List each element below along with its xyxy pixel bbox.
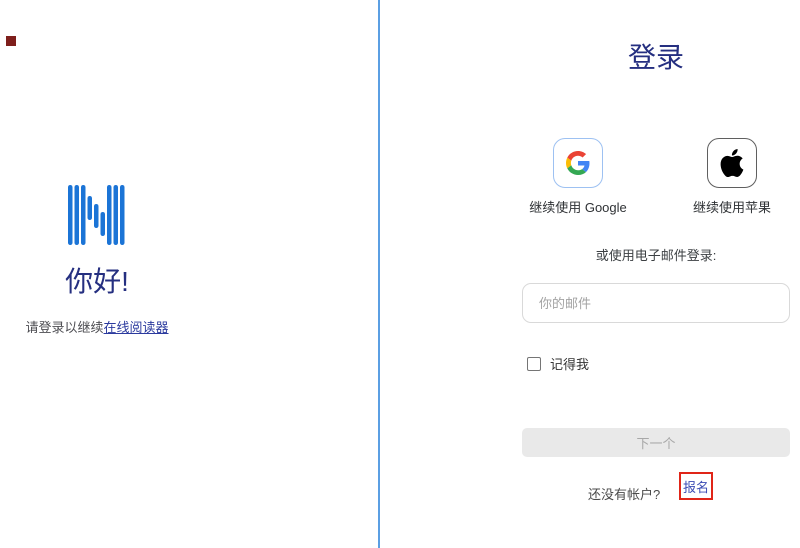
remember-me-row[interactable]: 记得我 [527, 354, 589, 373]
remember-me-label[interactable]: 记得我 [550, 354, 589, 373]
no-account-text: 还没有帐户? [588, 484, 660, 503]
google-signin-item: 继续使用 Google [518, 138, 638, 216]
google-icon [566, 151, 590, 175]
next-button[interactable]: 下一个 [522, 428, 790, 457]
google-signin-label: 继续使用 Google [529, 197, 627, 216]
login-prompt: 请登录以继续在线阅读器 [17, 317, 177, 336]
google-signin-button[interactable] [553, 138, 603, 188]
login-title: 登录 [522, 36, 790, 76]
annotation-box: 报名 [679, 472, 713, 500]
apple-signin-button[interactable] [707, 138, 757, 188]
greeting-text: 你好! [17, 267, 177, 298]
signup-link[interactable]: 报名 [683, 477, 709, 496]
online-reader-link[interactable]: 在线阅读器 [104, 320, 169, 335]
email-input[interactable] [522, 283, 790, 323]
annotation-marker-square [6, 36, 16, 46]
email-login-divider-text: 或使用电子邮件登录: [522, 245, 790, 264]
brand-logo-icon [68, 185, 126, 245]
left-welcome-panel: 你好! 请登录以继续在线阅读器 [17, 185, 177, 336]
apple-signin-label: 继续使用苹果 [693, 197, 771, 216]
login-page: 你好! 请登录以继续在线阅读器 登录 继续使用 Google 继续使用苹果 或使… [0, 0, 800, 548]
panel-divider [378, 0, 380, 548]
apple-icon [720, 149, 744, 177]
apple-signin-item: 继续使用苹果 [672, 138, 792, 216]
remember-me-checkbox[interactable] [527, 357, 541, 371]
login-prompt-prefix: 请登录以继续 [25, 320, 103, 335]
